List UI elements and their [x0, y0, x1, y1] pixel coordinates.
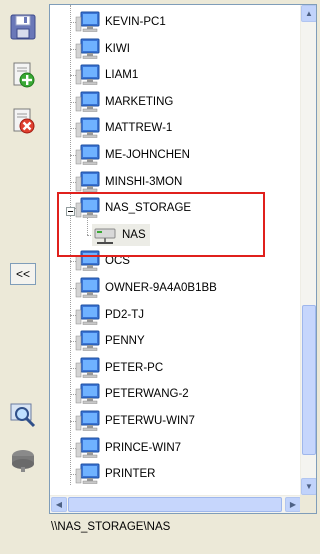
- tree-item[interactable]: KIWI: [75, 38, 130, 60]
- computer-icon: [75, 330, 101, 352]
- tree-item-label: PETERWANG-2: [105, 388, 189, 401]
- computer-icon: [75, 64, 101, 86]
- tree-item[interactable]: KEVIN-PC1: [75, 11, 166, 33]
- tree-viewport: KEVIN-PC1 KIWI LIAM1 MARKETING MATTREW-1 ME-J…: [50, 5, 302, 495]
- chevron-left-icon: ◀: [55, 500, 63, 509]
- computer-icon: [75, 357, 101, 379]
- tree-item[interactable]: ME-JOHNCHEN: [75, 144, 190, 166]
- tree-item[interactable]: MATTREW-1: [75, 117, 172, 139]
- tree-item-label: PETER-PC: [105, 361, 164, 374]
- tree-item[interactable]: OWNER-9A4A0B1BB: [75, 277, 217, 299]
- chevron-up-icon: ▲: [305, 9, 313, 18]
- tree-item[interactable]: LIAM1: [75, 64, 138, 86]
- tree-item-label: OWNER-9A4A0B1BB: [105, 282, 217, 294]
- selection-highlight-box: [57, 192, 265, 257]
- computer-icon: [75, 304, 101, 326]
- scrollbar-corner: [300, 495, 316, 513]
- tree-item[interactable]: PENNY: [75, 330, 145, 352]
- floppy-disk-icon: [10, 14, 36, 40]
- delete-document-icon: [13, 108, 35, 134]
- scroll-up-button[interactable]: ▲: [301, 5, 316, 22]
- computer-icon: [75, 38, 101, 60]
- chevron-down-icon: ▼: [305, 482, 313, 491]
- horizontal-scroll-thumb[interactable]: [68, 497, 282, 512]
- computer-icon: [75, 144, 101, 166]
- computer-icon: [75, 277, 101, 299]
- tree-item-label: OCS: [105, 255, 130, 268]
- tree-item[interactable]: PRINTER: [75, 463, 155, 485]
- scroll-left-button[interactable]: ◀: [51, 497, 67, 512]
- selected-path-text: \\NAS_STORAGE\NAS: [51, 521, 171, 533]
- tree-item[interactable]: MINSHI-3MON: [75, 171, 182, 193]
- tree-item[interactable]: PETERWU-WIN7: [75, 410, 195, 432]
- computer-icon: [75, 11, 101, 33]
- left-toolbar: <<: [0, 0, 44, 554]
- tree-item-label: PETERWU-WIN7: [105, 415, 195, 427]
- tree-item[interactable]: MARKETING: [75, 91, 173, 113]
- add-document-icon: [13, 62, 35, 88]
- network-drive-icon: [12, 450, 34, 472]
- tree-item-label: KIWI: [105, 42, 130, 55]
- tree-item[interactable]: PD2-TJ: [75, 304, 144, 326]
- computer-icon: [75, 117, 101, 139]
- collapse-panel-button[interactable]: <<: [10, 263, 36, 285]
- scroll-down-button[interactable]: ▼: [301, 478, 316, 495]
- tree-item[interactable]: PRINCE-WIN7: [75, 437, 181, 459]
- tree-item-label: PRINTER: [105, 468, 156, 481]
- horizontal-scrollbar[interactable]: ◀ ▶: [50, 495, 302, 513]
- computer-icon: [75, 437, 101, 459]
- tree-item-label: ME-JOHNCHEN: [105, 149, 190, 161]
- magnifier-icon: [10, 403, 36, 428]
- search-button[interactable]: [8, 400, 38, 430]
- delete-button[interactable]: [8, 106, 38, 136]
- computer-icon: [75, 91, 101, 113]
- computer-icon: [75, 383, 101, 405]
- disconnect-button[interactable]: [8, 446, 38, 476]
- add-button[interactable]: [8, 60, 38, 90]
- tree-item[interactable]: PETERWANG-2: [75, 383, 189, 405]
- tree-item-label: MARKETING: [105, 95, 174, 108]
- computer-icon: [75, 463, 101, 485]
- tree-item[interactable]: PETER-PC: [75, 357, 163, 379]
- save-button[interactable]: [8, 12, 38, 42]
- network-tree-panel: KEVIN-PC1 KIWI LIAM1 MARKETING MATTREW-1 ME-J…: [49, 4, 317, 514]
- tree-item-label: PRINCE-WIN7: [105, 441, 182, 454]
- tree-item-label: PD2-TJ: [105, 308, 144, 321]
- vertical-scrollbar[interactable]: ▲ ▼: [300, 5, 316, 495]
- vertical-scroll-thumb[interactable]: [302, 305, 316, 455]
- computer-icon: [75, 410, 101, 432]
- tree-item-label: MINSHI-3MON: [105, 175, 183, 188]
- tree-item-label: LIAM1: [105, 69, 139, 82]
- chevron-right-icon: ▶: [289, 500, 297, 509]
- tree-item-label: MATTREW-1: [105, 122, 173, 135]
- scroll-right-button[interactable]: ▶: [285, 497, 301, 512]
- tree-item-label: PENNY: [105, 335, 145, 348]
- computer-icon: [75, 171, 101, 193]
- tree-item-label: KEVIN-PC1: [105, 16, 166, 28]
